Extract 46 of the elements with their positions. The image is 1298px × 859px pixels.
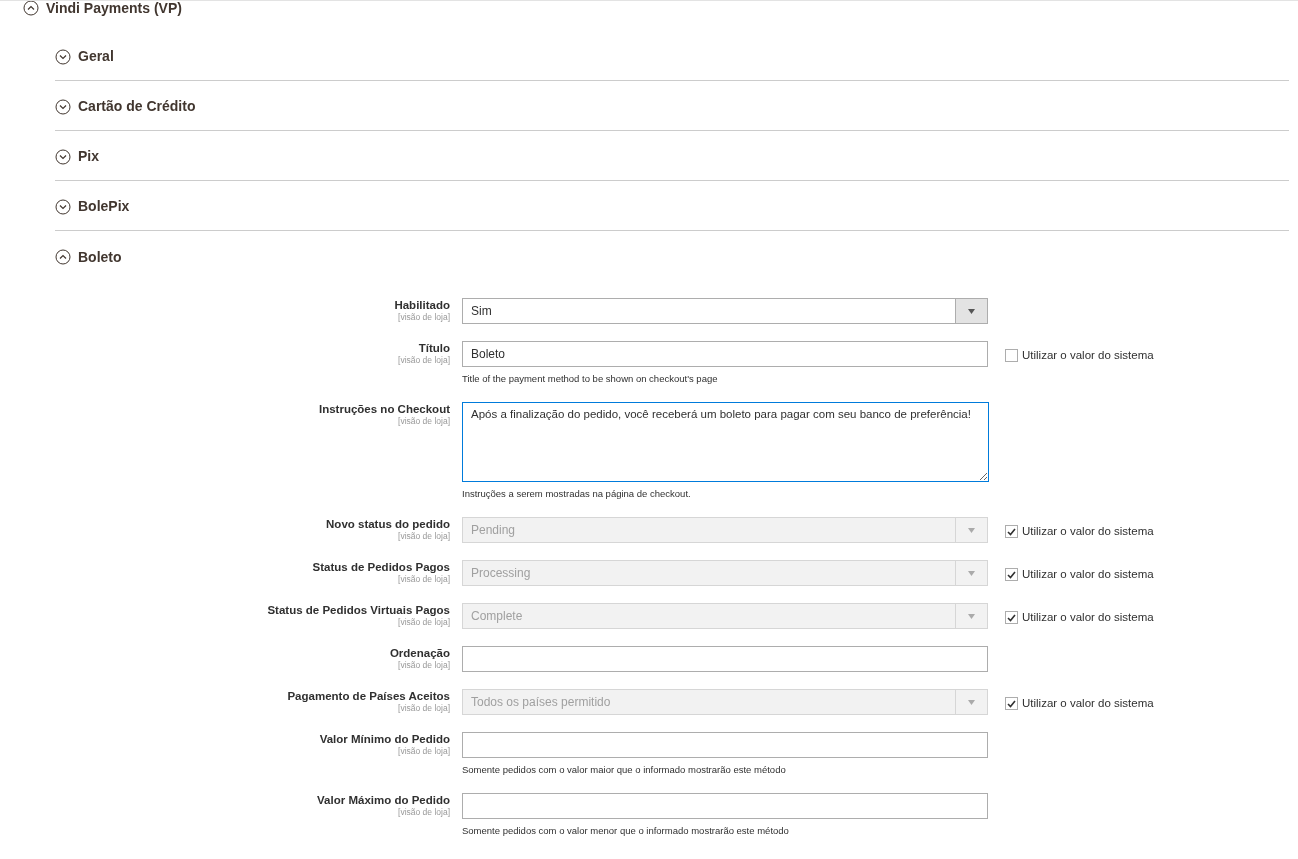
scope-label: [visão de loja] (398, 312, 450, 323)
field-hint: Instruções a serem mostradas na página de checkout. (462, 488, 692, 500)
scope-label: [visão de loja] (398, 617, 450, 628)
section-header[interactable]: Pix (55, 131, 1289, 181)
field-label: Habilitado (394, 299, 450, 312)
field-label: Valor Mínimo do Pedido (319, 733, 450, 746)
text-field[interactable] (462, 732, 988, 758)
section-header[interactable]: BolePix (55, 181, 1289, 231)
use-system-checkbox[interactable]: Utilizar o valor do sistema (1005, 347, 1154, 365)
caret-icon (968, 699, 975, 705)
scope-label: [visão de loja] (398, 531, 450, 542)
field-hint: Title of the payment method to be shown on checkout's page (462, 373, 719, 385)
text-field[interactable] (462, 646, 988, 672)
field-hint: Somente pedidos com o valor maior que o informado mostrarão este método (462, 764, 787, 776)
scope-label: [visão de loja] (398, 416, 450, 427)
field-label: Status de Pedidos Virtuais Pagos (267, 604, 450, 617)
scope-label: [visão de loja] (398, 807, 450, 818)
section-header[interactable]: Geral (55, 31, 1289, 81)
group-header[interactable]: Vindi Payments (VP) (0, 1, 1298, 17)
caret-icon (968, 570, 975, 576)
field-label: Instruções no Checkout (319, 403, 450, 416)
check-icon (1007, 699, 1016, 708)
field-label: Status de Pedidos Pagos (312, 561, 450, 574)
scope-label: [visão de loja] (398, 574, 450, 585)
text-field[interactable] (462, 793, 988, 819)
dropdown-field[interactable]: Sim (462, 298, 988, 324)
field-hint: Somente pedidos com o valor menor que o informado mostrarão este método (462, 825, 790, 837)
textarea-field[interactable]: Após a finalização do pedido, você receberá um boleto para pagar com seu banco de preferência! (462, 402, 989, 482)
field-label: Valor Máximo do Pedido (317, 794, 450, 807)
scope-label: [visão de loja] (398, 355, 450, 366)
field-label: Novo status do pedido (326, 518, 450, 531)
check-icon (1007, 613, 1016, 622)
section-header[interactable]: Cartão de Crédito (55, 81, 1289, 131)
caret-icon (968, 527, 975, 533)
caret-icon (968, 308, 975, 314)
scope-label: [visão de loja] (398, 660, 450, 671)
check-icon (1007, 570, 1016, 579)
check-icon (1007, 527, 1016, 536)
field-label: Pagamento de Países Aceitos (287, 690, 450, 703)
field-label: Título (418, 342, 450, 355)
section-header[interactable]: Boleto (55, 231, 1289, 281)
scope-label: [visão de loja] (398, 703, 450, 714)
scope-label: [visão de loja] (398, 746, 450, 757)
text-field[interactable]: Boleto (462, 341, 988, 367)
caret-icon (968, 613, 975, 619)
field-label: Ordenação (389, 647, 450, 660)
